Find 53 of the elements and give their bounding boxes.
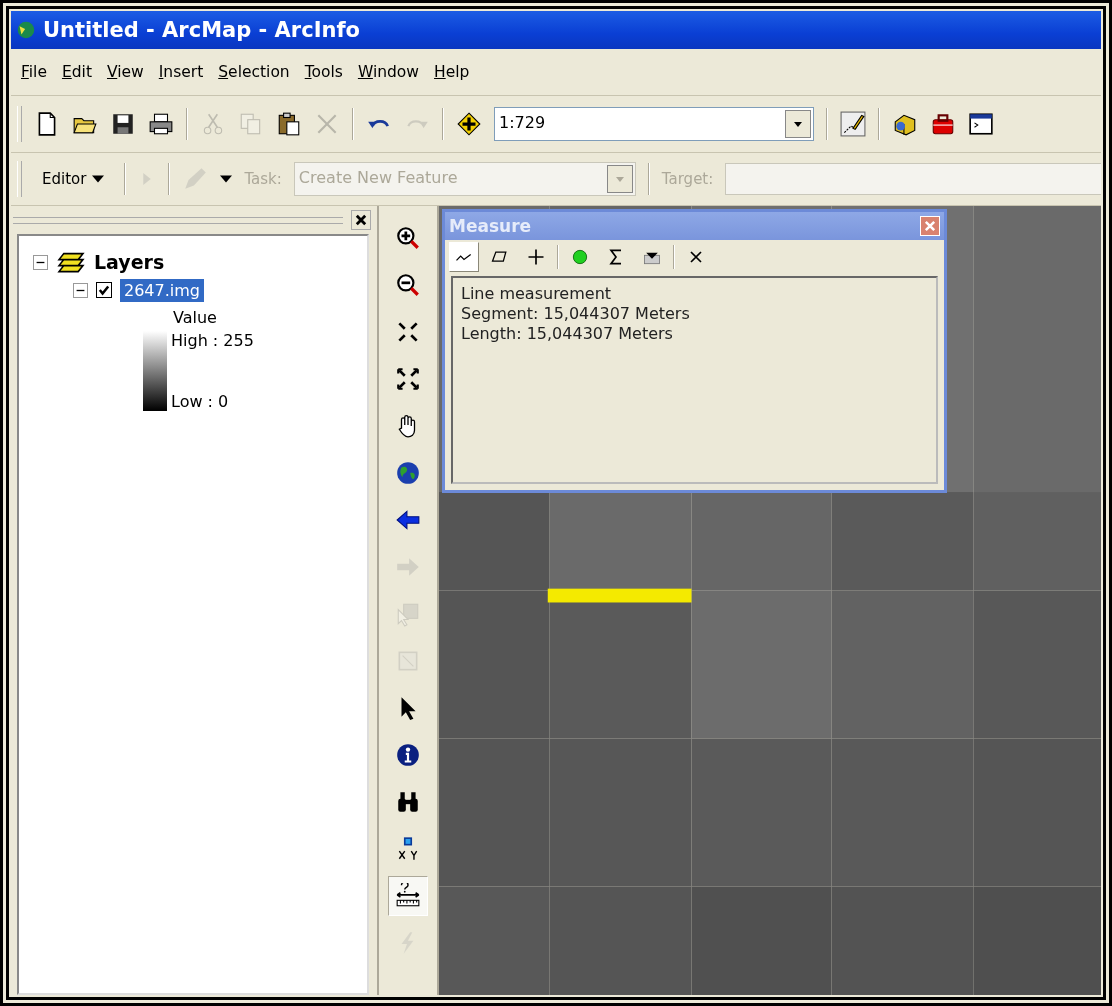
globe-icon [15,19,37,41]
scale-dropdown[interactable]: 1:729 [494,107,814,141]
legend-label: High : 255 [171,331,254,350]
menu-item[interactable]: Selection [218,63,290,81]
layers-icon [56,250,86,274]
zoom-in-icon [395,225,421,251]
printer-icon[interactable] [148,111,174,137]
window-title: Untitled - ArcMap - ArcInfo [43,18,360,42]
dialog-title: Measure [449,216,532,236]
outward-arrows-icon [395,366,421,392]
caret-icon [614,174,625,184]
toolbox-icon[interactable] [930,111,956,137]
caret-icon [793,119,803,129]
zoom-out-icon [395,272,421,298]
collapse-toggle[interactable] [73,282,88,298]
tool-button[interactable] [388,876,428,916]
legend-field: Value [143,308,353,327]
panel-grip[interactable] [13,216,343,224]
clipboard-icon[interactable] [276,111,302,137]
layer-group-label[interactable]: Layers [94,251,165,273]
menu-item[interactable]: Help [434,63,470,81]
result-line: Length: 15,044307 Meters [461,324,674,343]
menu-item[interactable]: Edit [61,63,92,81]
plus-icon [526,247,546,267]
window-icon[interactable] [968,111,994,137]
menu-item[interactable]: Window [357,63,420,81]
cursor-square-icon [395,601,421,627]
task-label: Task: [244,170,282,188]
collapse-toggle[interactable] [33,254,48,270]
close-icon [923,219,937,233]
close-icon [354,213,368,227]
plus-diamond-icon[interactable] [456,111,482,137]
menu-item[interactable]: View [107,63,144,81]
layer-checkbox[interactable] [96,282,112,298]
result-line: Segment: 15,044307 Meters [461,304,691,323]
caret-icon [92,173,105,185]
sketch-icon[interactable] [840,111,866,137]
layer-label[interactable]: 2647.img [120,278,204,302]
measure-tool-button[interactable] [449,242,479,272]
globe-icon [395,460,421,486]
legend-label: Low : 0 [171,392,230,411]
left-arrow-icon [395,507,421,533]
result-line: Line measurement [461,284,613,303]
dot-icon [570,247,590,267]
binoculars-icon [395,789,421,815]
info-icon [395,742,421,768]
ruler-icon [395,883,421,909]
target-label: Target: [661,170,714,188]
close-button[interactable] [351,210,371,230]
menu-item[interactable]: File [21,63,47,81]
caret-icon[interactable] [220,173,233,185]
menu-item[interactable]: Insert [158,63,204,81]
menu-item[interactable]: Tools [304,63,343,81]
